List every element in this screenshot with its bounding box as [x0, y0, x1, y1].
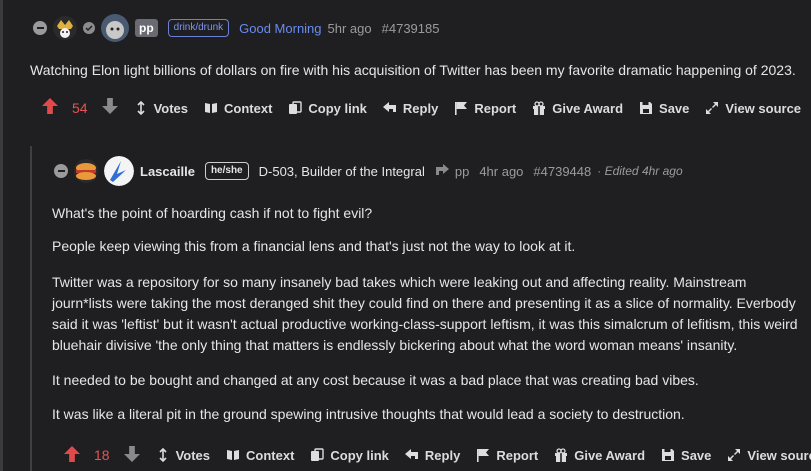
votes-label: Votes: [153, 100, 189, 116]
context-label: Context: [246, 447, 295, 463]
save-button[interactable]: Save: [639, 101, 689, 116]
give-award-button[interactable]: Give Award: [554, 448, 645, 463]
downvote-button[interactable]: [101, 97, 118, 119]
upvote-button[interactable]: [42, 97, 58, 119]
reply-paragraph: It needed to be bought and changed at an…: [52, 372, 699, 388]
report-button[interactable]: Report: [454, 101, 516, 116]
give-award-label: Give Award: [552, 100, 624, 116]
floppy-disk-icon: [662, 449, 675, 461]
reply-header: Lascaille he/she D-503, Builder of the I…: [54, 156, 683, 186]
reply-icon: [382, 102, 396, 112]
collapse-button[interactable]: [54, 164, 68, 178]
comment-id[interactable]: #4739448: [533, 164, 591, 179]
thread-line: [0, 0, 3, 471]
user-avatar[interactable]: [53, 16, 77, 40]
edited-label: · Edited 4hr ago: [597, 164, 683, 178]
verified-icon: [83, 22, 95, 34]
action-bar: 54 Votes Context Copy link Reply Report …: [42, 96, 811, 120]
view-source-button[interactable]: View source: [705, 101, 801, 116]
reply-to-user[interactable]: pp: [455, 164, 469, 179]
copy-link-label: Copy link: [330, 447, 389, 463]
reply-label: Reply: [424, 447, 461, 463]
copy-icon: [311, 448, 325, 461]
flag-icon: [455, 102, 468, 115]
report-button[interactable]: Report: [476, 448, 538, 463]
community-tag[interactable]: drink/drunk: [167, 19, 230, 37]
save-label: Save: [681, 447, 712, 463]
user-flair: D-503, Builder of the Integral: [258, 163, 425, 179]
expand-icon: [728, 449, 741, 461]
book-icon: [227, 450, 240, 460]
arrow-down-icon: [101, 97, 118, 114]
copy-link-label: Copy link: [308, 100, 367, 116]
save-button[interactable]: Save: [661, 448, 711, 463]
cat-avatar-icon: [101, 14, 129, 42]
reply-paragraph: What's the point of hoarding cash if not…: [52, 205, 373, 221]
floppy-disk-icon: [640, 102, 653, 114]
copy-link-button[interactable]: Copy link: [310, 448, 389, 463]
comment-id[interactable]: #4739185: [382, 21, 440, 36]
gift-icon: [555, 448, 568, 462]
reply-label: Reply: [402, 100, 439, 116]
collapse-button[interactable]: [33, 21, 47, 35]
gift-icon: [533, 101, 546, 115]
reply-paragraph: It was like a literal pit in the ground …: [52, 406, 685, 422]
reply-author[interactable]: Lascaille: [140, 164, 195, 179]
context-button[interactable]: Context: [204, 101, 272, 116]
reply-button[interactable]: Reply: [404, 447, 461, 463]
save-label: Save: [659, 100, 690, 116]
score: 54: [72, 100, 88, 116]
give-award-label: Give Award: [574, 447, 646, 463]
burger-avatar-icon: [74, 159, 98, 183]
pronoun-badge: he/she: [204, 162, 249, 180]
author-link[interactable]: Good Morning: [239, 21, 321, 36]
report-label: Report: [474, 100, 517, 116]
flag-icon: [477, 449, 490, 462]
report-label: Report: [496, 447, 539, 463]
expand-icon: [706, 102, 719, 114]
reply-paragraph: bluehair divisive 'the only thing that m…: [52, 337, 738, 353]
comment-body: Watching Elon light billions of dollars …: [30, 62, 796, 78]
user-avatar-2[interactable]: [104, 156, 134, 186]
copy-link-button[interactable]: Copy link: [288, 101, 367, 116]
votes-button[interactable]: Votes: [156, 448, 210, 463]
view-source-label: View source: [725, 100, 802, 116]
comment-age: 4hr ago: [479, 163, 524, 179]
copy-icon: [289, 101, 303, 114]
arrow-down-icon: [123, 445, 140, 462]
reply-thread: Lascaille he/she D-503, Builder of the I…: [30, 146, 811, 471]
view-source-label: View source: [747, 447, 811, 463]
user-avatar[interactable]: [74, 159, 98, 183]
upvote-button[interactable]: [64, 445, 80, 465]
arrow-up-icon: [64, 445, 80, 462]
reply-icon: [404, 449, 418, 459]
crown-avatar-icon: [53, 16, 77, 40]
comment-age: 5hr ago: [327, 20, 372, 36]
reply-paragraph: People keep viewing this from a financia…: [52, 238, 576, 254]
view-source-button[interactable]: View source: [727, 448, 811, 463]
reply-button[interactable]: Reply: [382, 100, 439, 116]
comment-header: pp drink/drunk Good Morning 5hr ago #473…: [33, 14, 440, 42]
updown-arrow-icon: [159, 448, 167, 462]
book-icon: [205, 103, 218, 113]
downvote-button[interactable]: [123, 445, 140, 465]
reply-paragraph: journ*lists were taking the most derange…: [52, 295, 796, 311]
votes-button[interactable]: Votes: [134, 101, 188, 116]
updown-arrow-icon: [137, 101, 145, 115]
context-label: Context: [224, 100, 273, 116]
arrow-up-icon: [42, 97, 58, 114]
reply-to-icon: [435, 163, 449, 179]
badge-pp: pp: [135, 19, 158, 37]
score: 18: [94, 447, 110, 463]
logo-avatar-icon: [104, 156, 134, 186]
reply-paragraph: Twitter was a repository for so many ins…: [52, 274, 747, 290]
context-button[interactable]: Context: [226, 448, 294, 463]
reply-action-bar: 18 Votes Context Copy link Reply Report …: [64, 443, 811, 467]
group-avatar[interactable]: [101, 14, 129, 42]
reply-paragraph: said it was 'leftist' but it wasn't actu…: [52, 316, 798, 332]
give-award-button[interactable]: Give Award: [532, 101, 623, 116]
votes-label: Votes: [175, 447, 211, 463]
